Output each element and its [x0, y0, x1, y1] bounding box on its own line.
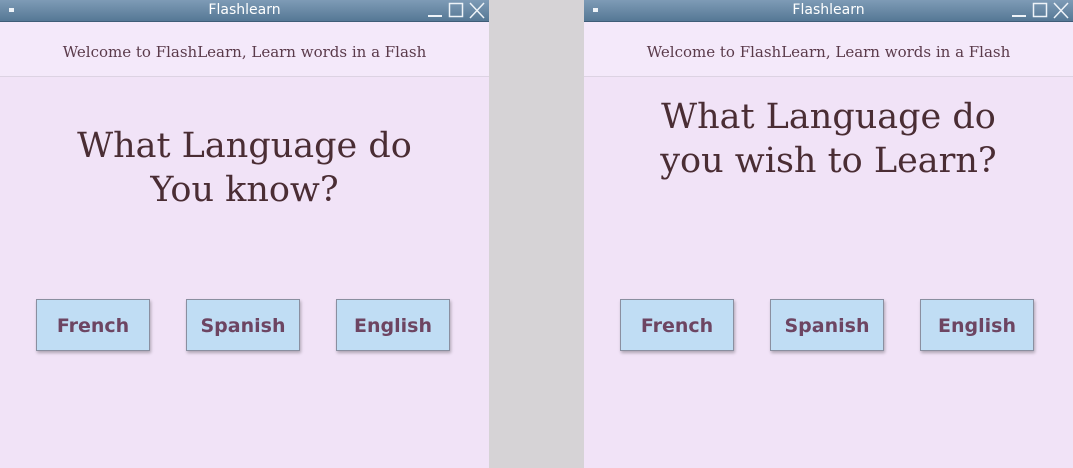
welcome-text: Welcome to FlashLearn, Learn words in a … — [646, 43, 1011, 61]
question-line-1: What Language do — [661, 97, 996, 137]
welcome-text: Welcome to FlashLearn, Learn words in a … — [62, 43, 427, 61]
welcome-header: Welcome to FlashLearn, Learn words in a … — [0, 22, 489, 77]
close-icon[interactable] — [467, 0, 487, 21]
minimize-icon[interactable] — [1009, 0, 1029, 21]
minimize-icon[interactable] — [425, 0, 445, 21]
title-bar[interactable]: Flashlearn — [584, 0, 1073, 22]
question-line-1: What Language do — [77, 126, 412, 166]
spanish-button[interactable]: Spanish — [186, 299, 300, 351]
title-bar[interactable]: Flashlearn — [0, 0, 489, 22]
question-line-2: You know? — [150, 170, 339, 210]
french-button[interactable]: French — [36, 299, 150, 351]
french-button[interactable]: French — [620, 299, 734, 351]
close-icon[interactable] — [1051, 0, 1071, 21]
flashlearn-window-known-language: Flashlearn Welcome to FlashLearn, Learn … — [0, 0, 489, 468]
question-heading: What Language do you wish to Learn? — [584, 95, 1073, 183]
window-title: Flashlearn — [792, 2, 865, 18]
question-line-2: you wish to Learn? — [660, 141, 997, 181]
spanish-button[interactable]: Spanish — [770, 299, 884, 351]
english-button[interactable]: English — [920, 299, 1034, 351]
maximize-icon[interactable] — [1030, 0, 1050, 21]
welcome-header: Welcome to FlashLearn, Learn words in a … — [584, 22, 1073, 77]
flashlearn-window-target-language: Flashlearn Welcome to FlashLearn, Learn … — [584, 0, 1073, 468]
english-button[interactable]: English — [336, 299, 450, 351]
window-title: Flashlearn — [208, 2, 281, 18]
maximize-icon[interactable] — [446, 0, 466, 21]
question-heading: What Language do You know? — [0, 124, 489, 212]
